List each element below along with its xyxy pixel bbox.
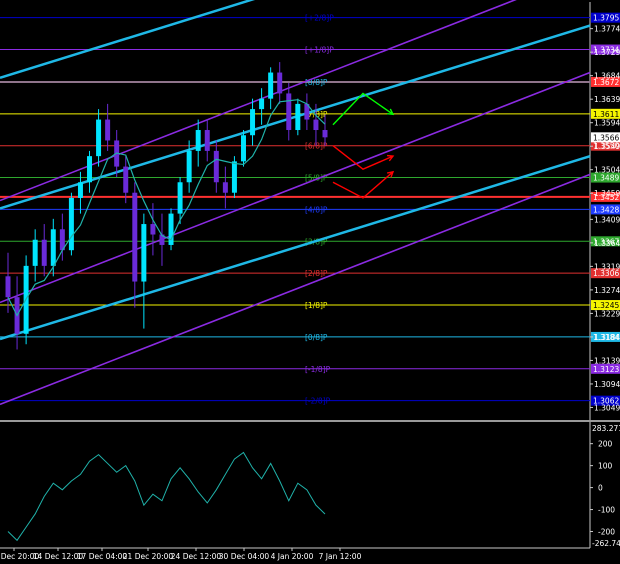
time-tick-label: 30 Dec 04:00 (219, 552, 270, 561)
candle-body (132, 192, 138, 282)
candle-body (177, 182, 183, 214)
time-tick-label: 17 Dec 04:00 (77, 552, 128, 561)
price-tick-label: 1.3409 (594, 215, 620, 224)
murrey-level-label: [2/8]P (305, 269, 328, 278)
price-tick-label: 1.3504 (594, 166, 620, 175)
candle-body (322, 130, 328, 138)
candle-body (77, 182, 83, 198)
price-tick-label: 1.3594 (594, 119, 620, 128)
price-tick-label: 1.3774 (594, 25, 620, 34)
candle-body (195, 130, 201, 151)
murrey-price-tag-text: 1.3489 (593, 174, 619, 183)
murrey-level-label: [4/8]P (305, 205, 328, 214)
time-tick-label: 4 Jan 20:00 (271, 552, 314, 561)
murrey-price-tag-text: 1.3123 (593, 365, 619, 374)
candle-body (295, 103, 301, 131)
murrey-level-label: [6/8]P (305, 142, 328, 151)
price-tick-label: 1.3139 (594, 356, 620, 365)
candle-body (68, 197, 74, 251)
cci-header-value: 283.2716 (592, 424, 620, 433)
candle-body (32, 239, 38, 266)
candle-body (186, 150, 192, 183)
murrey-level-label: [0/8]P (305, 333, 328, 342)
time-tick-label: 24 Dec 12:00 (171, 552, 222, 561)
murrey-level-label: [5/8]P (305, 174, 328, 183)
price-tick-label: 1.3459 (594, 189, 620, 198)
candle-body (123, 166, 129, 193)
cci-tick-label: -200 (598, 528, 615, 537)
murrey-level-label: [-1/8]P (305, 365, 331, 374)
candle-body (105, 119, 111, 141)
cci-tick-label: 0 (598, 484, 603, 493)
price-tick-label: 1.3639 (594, 95, 620, 104)
price-tick-label: 1.3729 (594, 48, 620, 57)
time-tick-label: 7 Jan 12:00 (319, 552, 362, 561)
time-tick-label: 21 Dec 20:00 (123, 552, 174, 561)
candle-body (240, 135, 246, 162)
price-tick-label: 1.3549 (594, 142, 620, 151)
cci-tick-label: 100 (598, 462, 613, 471)
price-chart[interactable]: [+2/8]P1.3795[+1/8]P1.37341.3672[8/8]P[7… (0, 0, 620, 564)
price-tick-label: 1.3274 (594, 286, 620, 295)
candle-body (250, 109, 256, 136)
candle-body (141, 224, 147, 282)
price-tick-label: 1.3229 (594, 309, 620, 318)
candle-body (313, 119, 319, 131)
murrey-level-label: [-2/8]P (305, 397, 331, 406)
candle-body (268, 72, 274, 99)
candle-body (259, 98, 265, 110)
cci-tick-label: -100 (598, 506, 615, 515)
cci-tick-label: 200 (598, 440, 613, 449)
price-tick-label: 1.3094 (594, 380, 620, 389)
murrey-level-label: [+2/8]P (305, 14, 334, 23)
murrey-level-label: [+1/8]P (305, 46, 334, 55)
murrey-price-tag-text: 1.3428 (593, 205, 619, 214)
candle-body (150, 224, 156, 235)
current-price-text: 1.3566 (593, 133, 619, 142)
candle-body (222, 182, 228, 193)
murrey-level-label: [1/8]P (305, 301, 328, 310)
price-tick-label: 1.3184 (594, 333, 620, 342)
candle-body (5, 276, 11, 298)
candle-body (204, 130, 210, 151)
candle-body (87, 156, 93, 183)
price-tick-label: 1.3319 (594, 262, 620, 271)
candle-body (96, 119, 102, 157)
candle-body (50, 229, 56, 266)
candle-body (286, 93, 292, 131)
murrey-price-tag-text: 1.3795 (593, 14, 619, 23)
candle-body (213, 150, 219, 183)
price-tick-label: 1.3684 (594, 72, 620, 81)
candle-body (231, 161, 237, 193)
price-tick-label: 1.3049 (594, 403, 620, 412)
cci-bottom-value: -262.7416 (592, 539, 620, 548)
murrey-level-label: [8/8]P (305, 78, 328, 87)
candle-body (277, 72, 283, 94)
murrey-price-tag-text: 1.3611 (593, 110, 619, 119)
candle-body (41, 239, 47, 266)
price-tick-label: 1.3364 (594, 239, 620, 248)
